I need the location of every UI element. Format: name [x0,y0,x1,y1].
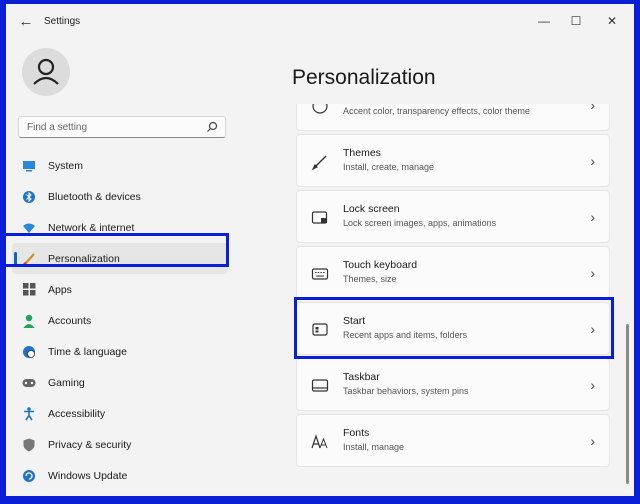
fonts-icon [311,433,329,451]
fonts-card[interactable]: Fonts Install, manage › [296,414,610,467]
sidebar-item-apps[interactable]: Apps [12,274,228,305]
touch-keyboard-card[interactable]: Touch keyboard Themes, size › [296,246,610,299]
person-icon [22,314,36,328]
highlight-box-personalization [2,233,229,267]
taskbar-card[interactable]: Taskbar Taskbar behaviors, system pins › [296,358,610,411]
sidebar-item-label: Privacy & security [48,438,132,451]
sidebar-item-label: Gaming [48,376,85,389]
sidebar-item-label: Apps [48,283,72,296]
search-icon[interactable] [205,120,219,134]
card-title: Taskbar [343,371,380,383]
sidebar-item-label: System [48,159,84,172]
card-subtitle: Lock screen images, apps, animations [343,218,497,228]
sidebar-item-label: Bluetooth & devices [48,190,141,203]
card-subtitle: Taskbar behaviors, system pins [343,386,469,396]
title-bar: ← Settings — ☐ ✕ [6,4,634,40]
sidebar-item-label: Network & internet [48,221,135,234]
maximize-icon[interactable]: ☐ [562,10,590,32]
chevron-right-icon: › [590,104,595,113]
sidebar-item-privacy-security[interactable]: Privacy & security [12,429,228,460]
sidebar-item-windows-update[interactable]: Windows Update [12,460,228,491]
chevron-right-icon: › [590,265,595,281]
search-input[interactable]: Find a setting [18,116,226,138]
bluetooth-icon [22,190,36,204]
gamepad-icon [22,376,36,390]
scrollbar[interactable] [626,324,629,484]
sidebar-item-accounts[interactable]: Accounts [12,305,228,336]
sidebar-item-bluetooth[interactable]: Bluetooth & devices [12,181,228,212]
avatar[interactable] [22,48,70,96]
sidebar-item-label: Accounts [48,314,92,327]
card-subtitle: Install, create, manage [343,162,435,172]
user-icon [33,58,59,85]
monitor-icon [22,159,36,173]
page-title: Personalization [292,66,436,89]
taskbar-icon [311,377,329,395]
back-arrow-icon[interactable]: ← [16,12,36,32]
chevron-right-icon: › [590,377,595,393]
lock-screen-icon [311,209,329,227]
keyboard-icon [311,265,329,283]
sidebar-item-accessibility[interactable]: Accessibility [12,398,228,429]
colors-card[interactable]: Accent color, transparency effects, colo… [296,104,610,131]
card-title: Lock screen [343,203,400,215]
sidebar-item-system[interactable]: System [12,150,228,181]
globe-clock-icon [22,345,36,359]
search-placeholder: Find a setting [27,122,88,133]
brush-icon [311,153,329,171]
palette-icon [311,104,329,115]
sidebar-item-time-language[interactable]: Time & language [12,336,228,367]
card-title: Fonts [343,427,370,439]
apps-icon [22,283,36,297]
app-title: Settings [44,16,81,27]
card-subtitle: Accent color, transparency effects, colo… [343,106,530,116]
close-icon[interactable]: ✕ [598,10,626,32]
accessibility-icon [22,406,36,421]
sidebar-item-label: Accessibility [48,407,106,420]
card-title: Themes [343,147,381,159]
sidebar-item-label: Windows Update [48,469,128,482]
themes-card[interactable]: Themes Install, create, manage › [296,134,610,187]
card-subtitle: Themes, size [343,274,397,284]
card-title: Touch keyboard [343,259,418,271]
sidebar-nav: System Bluetooth & devices Network & int… [12,150,228,491]
card-subtitle: Install, manage [343,442,405,452]
sidebar-item-gaming[interactable]: Gaming [12,367,228,398]
highlight-box-start [294,297,614,359]
chevron-right-icon: › [590,433,595,449]
lock-screen-card[interactable]: Lock screen Lock screen images, apps, an… [296,190,610,243]
chevron-right-icon: › [590,209,595,225]
chevron-right-icon: › [590,153,595,169]
update-icon [22,469,36,483]
shield-icon [22,438,36,452]
sidebar-item-label: Time & language [48,345,127,358]
minimize-icon[interactable]: — [530,10,558,32]
